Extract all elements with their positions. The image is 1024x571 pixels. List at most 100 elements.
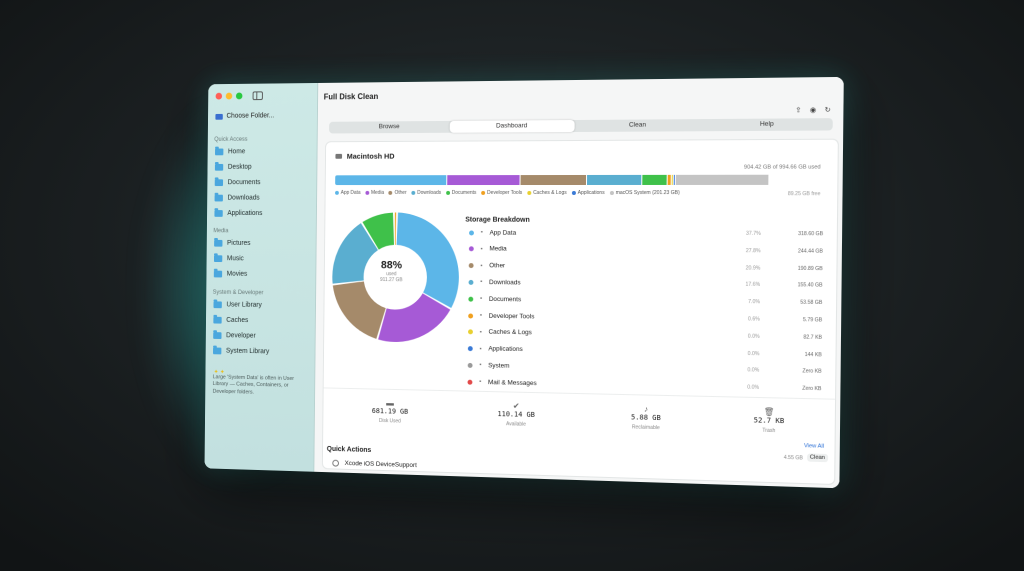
category-color-dot (468, 313, 473, 318)
window-title: Full Disk Clean (324, 92, 379, 101)
stat-value: 5.88 GB (601, 413, 692, 423)
refresh-icon[interactable]: ↻ (825, 106, 831, 114)
folder-icon (214, 240, 222, 247)
category-name: Downloads (489, 279, 688, 288)
view-all-link[interactable]: View All (804, 443, 824, 450)
category-size: 53.58 GB (760, 299, 822, 306)
legend-label: Developer Tools (487, 190, 522, 196)
quick-action-label: Xcode iOS DeviceSupport (345, 460, 417, 469)
usage-legend: App Data Media Other Downloads Documents Deve… (335, 190, 680, 196)
tab-bar: Browse Dashboard Clean Help (329, 118, 833, 133)
legend-label: Applications (578, 190, 605, 196)
export-icon[interactable]: ⇪ (795, 106, 801, 114)
sidebar-item-developer[interactable]: Developer (213, 332, 256, 339)
sidebar-item-system-library[interactable]: System Library (213, 348, 269, 356)
usage-bar-segment (520, 175, 586, 185)
folder-icon (214, 271, 222, 278)
category-color-dot (469, 247, 474, 252)
legend-item: Documents (446, 190, 476, 196)
close-button[interactable] (216, 93, 223, 100)
category-icon: ▪ (477, 279, 485, 285)
sidebar-item-label: Developer (226, 332, 256, 339)
sidebar-item-movies[interactable]: Movies (214, 271, 248, 278)
stat-disk-used: ▬ 681.19 GB Disk Used (347, 398, 433, 426)
sidebar-item-downloads[interactable]: Downloads (215, 195, 260, 202)
folder-icon (215, 179, 223, 186)
sidebar-item-caches[interactable]: Caches (213, 317, 248, 324)
legend-item: App Data (335, 190, 361, 196)
tab-dashboard[interactable]: Dashboard (450, 120, 574, 133)
sidebar-item-applications[interactable]: Applications (214, 210, 262, 217)
category-name: App Data (490, 229, 689, 237)
zoom-button[interactable] (236, 93, 243, 100)
stat-value: 110.14 GB (472, 409, 561, 419)
radio-icon[interactable] (332, 460, 339, 467)
sidebar-item-desktop[interactable]: Desktop (215, 164, 252, 171)
usage-bar-segment (674, 175, 675, 185)
usage-bar-segment (672, 175, 674, 185)
stat-reclaimable: ♪ 5.88 GB Reclaimable (600, 404, 691, 432)
breakdown-row[interactable]: ▪ Applications 0.0% 144 KB (468, 343, 822, 361)
legend-swatch (365, 191, 369, 195)
quick-action-item[interactable]: Xcode iOS DeviceSupport (332, 460, 417, 469)
tab-clean[interactable]: Clean (574, 119, 702, 132)
tab-help[interactable]: Help (702, 118, 833, 131)
donut-slice[interactable] (332, 281, 386, 339)
legend-item: Caches & Logs (527, 190, 567, 196)
sidebar-item-user-library[interactable]: User Library (213, 301, 261, 308)
window-controls (216, 93, 243, 100)
category-size: 144 KB (759, 351, 821, 358)
stat-label: Trash (722, 427, 816, 436)
tab-browse[interactable]: Browse (329, 121, 450, 134)
sidebar-item-label: Home (228, 148, 245, 155)
category-color-dot (468, 363, 473, 368)
breakdown-row[interactable]: ▪ System 0.0% Zero KB (468, 359, 822, 378)
quick-action-size: 4.55 GB (784, 455, 803, 462)
sidebar-toggle-icon[interactable] (253, 91, 263, 100)
legend-item: Applications (572, 190, 605, 196)
legend-label: Other (395, 190, 407, 196)
legend-label: macOS System (201.23 GB) (616, 190, 680, 196)
category-size: 155.40 GB (760, 282, 823, 289)
breakdown-row[interactable]: ▪ Other 20.9% 190.89 GB (469, 260, 823, 275)
folder-icon (213, 348, 221, 355)
category-icon: ▪ (476, 362, 484, 368)
usage-bar (335, 175, 815, 185)
sidebar-item-home[interactable]: Home (215, 148, 245, 155)
section-system-developer: System & Developer (213, 290, 264, 296)
folder-open-icon (215, 113, 222, 119)
breakdown-row[interactable]: ▪ Media 27.8% 244.44 GB (469, 243, 823, 257)
category-name: Documents (489, 296, 688, 305)
category-size: 82.7 KB (760, 334, 822, 341)
app-window: Choose Folder... Quick Access Home Deskt… (205, 77, 844, 488)
disk-free-text: 89.25 GB free (788, 191, 821, 197)
legend-swatch (481, 191, 485, 195)
sidebar-item-music[interactable]: Music (214, 255, 244, 262)
minimize-button[interactable] (226, 93, 233, 100)
breakdown-row[interactable]: ▪ App Data 37.7% 318.60 GB (469, 227, 823, 241)
category-icon: ▪ (477, 263, 485, 269)
category-icon: ▪ (477, 313, 485, 319)
category-size: 244.44 GB (761, 248, 824, 255)
sidebar-item-label: Desktop (228, 164, 252, 171)
breakdown-row[interactable]: ▪ Documents 7.0% 53.58 GB (468, 293, 822, 309)
breakdown-row[interactable]: ▪ Downloads 17.6% 155.40 GB (468, 276, 822, 292)
sidebar-item-label: Movies (227, 271, 248, 278)
legend-item: macOS System (201.23 GB) (610, 190, 680, 196)
stage: Choose Folder... Quick Access Home Deskt… (0, 0, 1024, 571)
sidebar-item-pictures[interactable]: Pictures (214, 240, 250, 247)
breakdown-row[interactable]: ▪ Caches & Logs 0.0% 82.7 KB (468, 326, 822, 344)
settings-icon[interactable]: ◉ (810, 106, 816, 114)
choose-folder-button[interactable]: Choose Folder... (215, 113, 274, 120)
usage-bar-segment (447, 175, 519, 185)
stat-value: 52.7 KB (722, 416, 816, 426)
breakdown-row[interactable]: ▪ Developer Tools 0.6% 5.79 GB (468, 310, 822, 327)
category-name: Applications (488, 346, 687, 356)
usage-bar-segment (668, 175, 671, 185)
category-icon: ▪ (477, 329, 485, 335)
donut-slice[interactable] (395, 213, 397, 245)
sidebar-item-documents[interactable]: Documents (215, 179, 261, 186)
quick-action-clean-button[interactable]: Clean (807, 453, 828, 462)
legend-label: Caches & Logs (533, 190, 567, 196)
sidebar-item-label: System Library (226, 348, 269, 356)
